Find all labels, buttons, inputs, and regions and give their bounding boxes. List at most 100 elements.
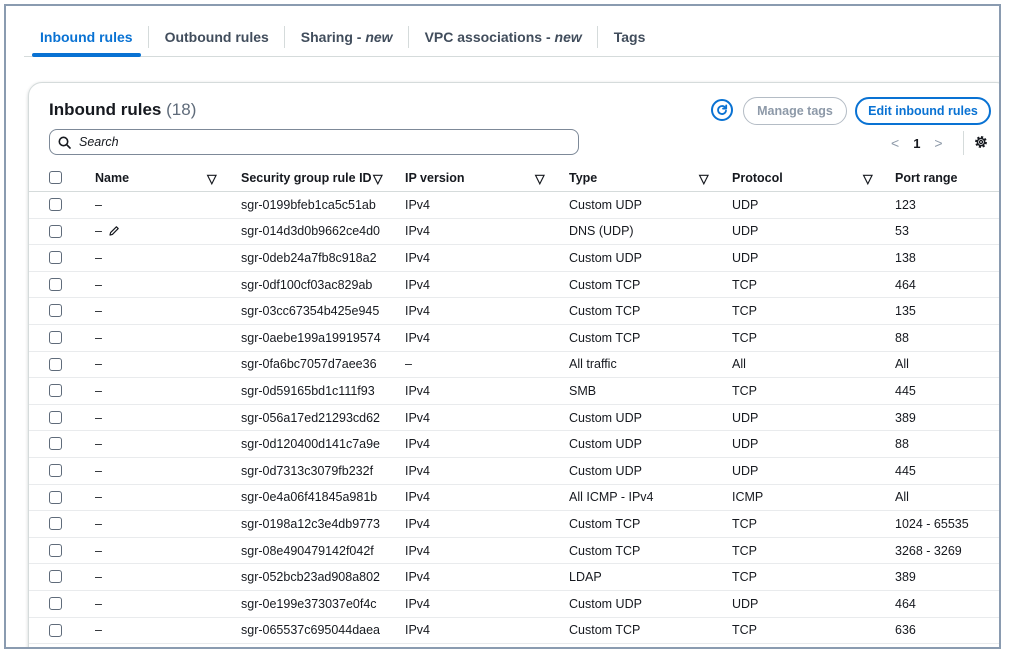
column-header-rule-id[interactable]: Security group rule ID xyxy=(241,165,372,191)
table-row[interactable]: – sgr-014d3d0b9662ce4d0 IPv4 DNS (UDP) UDP 53 xyxy=(29,219,999,246)
row-checkbox[interactable] xyxy=(49,198,62,211)
cell-ip-version-text: IPv4 xyxy=(405,224,431,239)
cell-name: – xyxy=(95,245,102,271)
cell-protocol-text: UDP xyxy=(732,250,759,265)
cell-type-text: SMB xyxy=(569,383,597,398)
table-row[interactable]: – sgr-052bcb23ad908a802 IPv4 LDAP TCP 389 xyxy=(29,564,999,591)
gear-icon[interactable] xyxy=(973,134,989,150)
next-page-button[interactable]: > xyxy=(934,135,942,151)
cell-name-text: – xyxy=(95,304,102,319)
search-input[interactable] xyxy=(77,134,561,150)
table-header: Name ▽ Security group rule ID ▽ IP versi… xyxy=(29,165,999,192)
row-checkbox[interactable] xyxy=(49,384,62,398)
cell-port-range-text: 636 xyxy=(895,623,916,638)
row-checkbox[interactable] xyxy=(49,277,62,291)
cell-protocol-text: TCP xyxy=(732,277,757,292)
column-header-type[interactable]: Type xyxy=(569,165,597,191)
table-row[interactable]: – sgr-0d7313c3079fb232f IPv4 Custom UDP UDP 4… xyxy=(29,458,999,485)
table-row[interactable]: – sgr-0198a12c3e4db9773 IPv4 Custom TCP TCP 1… xyxy=(29,511,999,538)
cell-name-text: – xyxy=(95,463,102,478)
cell-protocol: TCP xyxy=(732,564,757,590)
row-checkbox[interactable] xyxy=(49,517,62,531)
table-row[interactable]: – sgr-0df100cf03ac829ab IPv4 Custom TCP TCP 4… xyxy=(29,272,999,299)
cell-ip-version: IPv4 xyxy=(405,325,430,351)
cell-ip-version-text: – xyxy=(405,357,412,372)
cell-name-text: – xyxy=(95,543,102,558)
cell-type-text: Custom TCP xyxy=(569,516,641,531)
column-label: Security group rule ID xyxy=(241,171,372,185)
column-label: Protocol xyxy=(732,171,783,185)
cell-name-text: – xyxy=(95,623,102,638)
caret-down-icon[interactable]: ▽ xyxy=(699,165,709,191)
cell-type: Custom TCP xyxy=(569,511,640,537)
caret-down-icon[interactable]: ▽ xyxy=(207,165,217,191)
cell-name: – xyxy=(95,192,102,218)
table-row[interactable]: – sgr-0199bfeb1ca5c51ab IPv4 Custom UDP UDP 1… xyxy=(29,192,999,219)
table-row[interactable]: – sgr-0e4a06f41845a981b IPv4 All ICMP - IPv… xyxy=(29,485,999,512)
table-row[interactable]: – sgr-08e490479142f042f IPv4 Custom TCP TCP 3… xyxy=(29,538,999,565)
cell-rule-id: sgr-0198a12c3e4db9773 xyxy=(241,511,380,537)
row-checkbox[interactable] xyxy=(49,463,62,477)
row-checkbox[interactable] xyxy=(49,330,62,344)
table-row[interactable]: – sgr-0aebe199a19919574 IPv4 Custom TCP TCP 8… xyxy=(29,325,999,352)
caret-down-icon[interactable]: ▽ xyxy=(863,165,873,191)
caret-down-icon[interactable]: ▽ xyxy=(535,165,545,191)
row-checkbox[interactable] xyxy=(49,623,62,637)
row-checkbox[interactable] xyxy=(49,570,62,584)
cell-protocol-text: UDP xyxy=(732,463,759,478)
pencil-icon[interactable] xyxy=(108,225,120,237)
row-checkbox[interactable] xyxy=(49,596,62,610)
table-row[interactable]: – sgr-0d59165bd1c111f93 IPv4 SMB TCP 445 xyxy=(29,378,999,405)
row-checkbox[interactable] xyxy=(49,437,62,451)
column-header-port-range[interactable]: Port range xyxy=(895,165,958,191)
panel-title-text: Inbound rules xyxy=(49,100,162,119)
cell-name: – xyxy=(95,485,102,511)
cell-port-range: 138 xyxy=(895,245,916,271)
table-row[interactable]: – sgr-0039285a0191bdf86 IPv4 DNS (TCP) TCP 53 xyxy=(29,644,999,647)
previous-page-button[interactable]: < xyxy=(891,135,899,151)
cell-port-range: All xyxy=(895,485,909,511)
table-row[interactable]: – sgr-03cc67354b425e945 IPv4 Custom TCP TCP 1… xyxy=(29,298,999,325)
cell-rule-id: sgr-056a17ed21293cd62 xyxy=(241,405,380,431)
cell-name: – xyxy=(95,644,102,647)
row-checkbox[interactable] xyxy=(49,410,62,424)
row-checkbox[interactable] xyxy=(49,304,62,318)
table-row[interactable]: – sgr-056a17ed21293cd62 IPv4 Custom UDP UDP 3… xyxy=(29,405,999,432)
table-row[interactable]: – sgr-0e199e373037e0f4c IPv4 Custom UDP UDP 4… xyxy=(29,591,999,618)
table-row[interactable]: – sgr-0deb24a7fb8c918a2 IPv4 Custom UDP UDP 1… xyxy=(29,245,999,272)
cell-type: Custom TCP xyxy=(569,298,640,324)
select-all-checkbox[interactable] xyxy=(49,171,62,184)
column-header-protocol[interactable]: Protocol xyxy=(732,165,783,191)
tab-sharing[interactable]: Sharing - new xyxy=(285,18,409,56)
tab-new-badge: new xyxy=(365,29,393,45)
manage-tags-button[interactable]: Manage tags xyxy=(743,97,847,125)
table-row[interactable]: – sgr-065537c695044daea IPv4 Custom TCP TCP 6… xyxy=(29,618,999,645)
column-header-name[interactable]: Name xyxy=(95,165,129,191)
page-number-button[interactable]: 1 xyxy=(913,136,920,151)
cell-name: – xyxy=(95,325,102,351)
row-checkbox[interactable] xyxy=(49,224,62,238)
cell-port-range-text: All xyxy=(895,490,909,505)
caret-down-icon[interactable]: ▽ xyxy=(373,165,383,191)
column-label: Name xyxy=(95,171,130,185)
cell-protocol: UDP xyxy=(732,245,758,271)
tab-outbound-rules[interactable]: Outbound rules xyxy=(149,18,285,56)
refresh-button[interactable] xyxy=(711,99,733,121)
search-box[interactable] xyxy=(49,129,579,155)
cell-protocol: UDP xyxy=(732,458,758,484)
tab-inbound-rules[interactable]: Inbound rules xyxy=(24,18,149,57)
column-header-ip-version[interactable]: IP version xyxy=(405,165,465,191)
tab-vpc-associations[interactable]: VPC associations - new xyxy=(409,18,598,56)
row-checkbox[interactable] xyxy=(49,543,62,557)
cell-port-range: 53 xyxy=(895,644,909,647)
cell-type-text: Custom UDP xyxy=(569,596,642,611)
table-row[interactable]: – sgr-0fa6bc7057d7aee36 – All traffic All All xyxy=(29,352,999,379)
cell-name: – xyxy=(95,219,120,245)
tab-tags[interactable]: Tags xyxy=(598,18,662,56)
row-checkbox[interactable] xyxy=(49,251,62,265)
edit-inbound-rules-button[interactable]: Edit inbound rules xyxy=(855,97,991,125)
cell-rule-id-text: sgr-03cc67354b425e945 xyxy=(241,304,380,319)
table-row[interactable]: – sgr-0d120400d141c7a9e IPv4 Custom UDP UDP 8… xyxy=(29,431,999,458)
row-checkbox[interactable] xyxy=(49,357,62,371)
row-checkbox[interactable] xyxy=(49,490,62,504)
